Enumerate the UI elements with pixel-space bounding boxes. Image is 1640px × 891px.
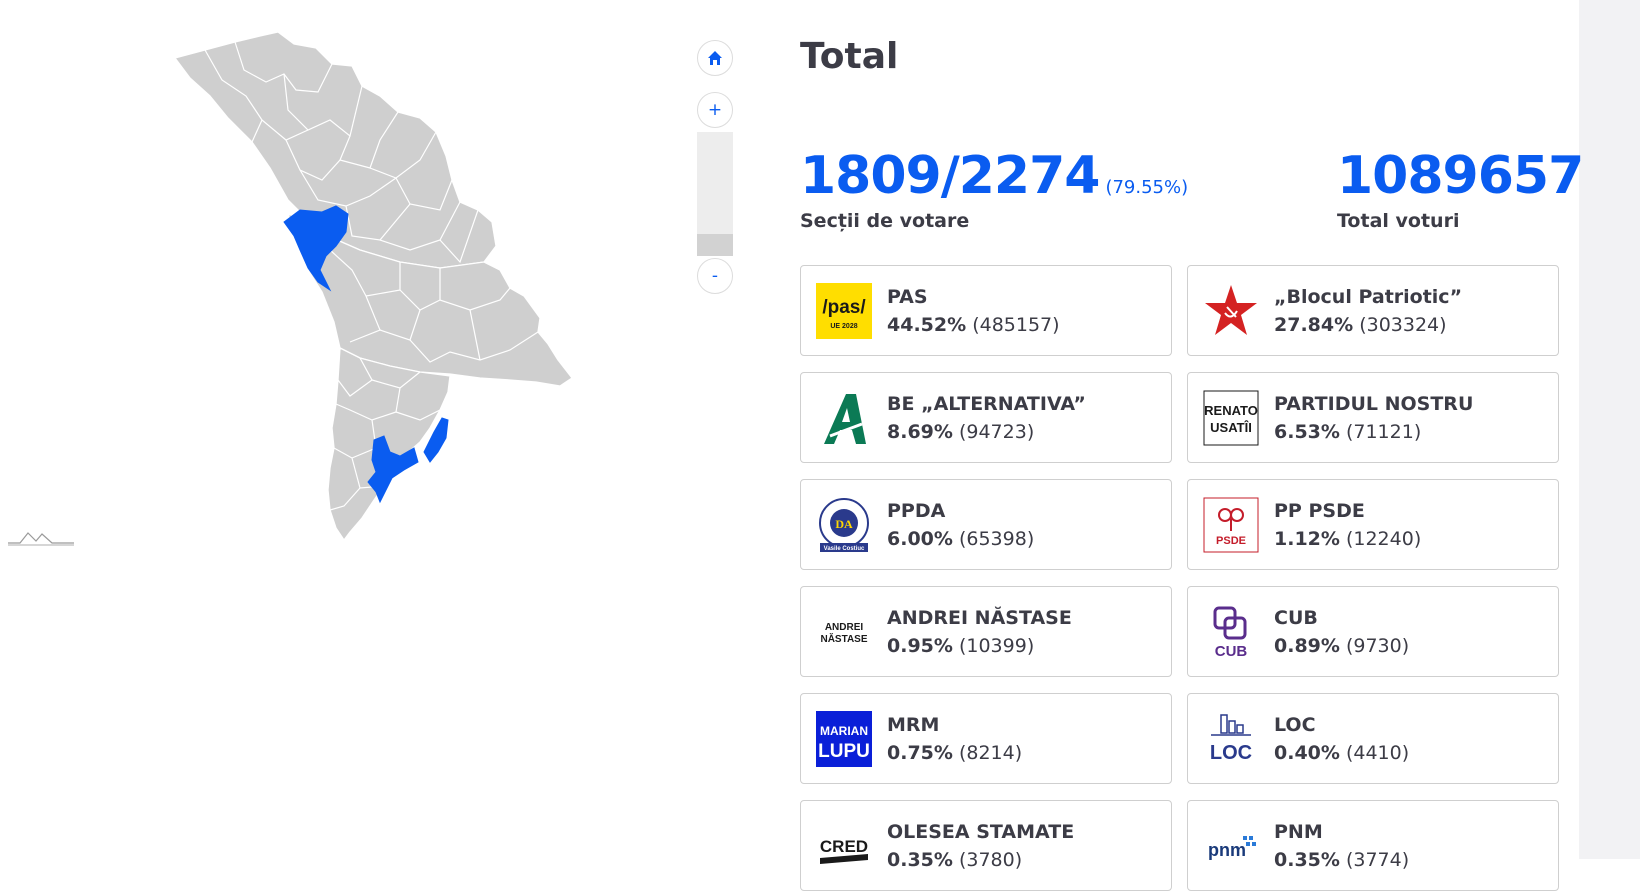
cub-logo: CUB — [1203, 604, 1259, 660]
svg-text:DA: DA — [835, 517, 853, 531]
party-name: PNM — [1274, 820, 1323, 843]
party-card-partidul-nostru[interactable]: RENATO USATÎI PARTIDUL NOSTRU 6.53% (711… — [1187, 372, 1559, 463]
party-card-alternativa[interactable]: BE „ALTERNATIVA” 8.69% (94723) — [800, 372, 1172, 463]
svg-text:/pas/: /pas/ — [822, 297, 866, 318]
svg-text:MARIAN: MARIAN — [820, 724, 868, 738]
party-percent: 44.52% — [887, 313, 967, 336]
andrei-nastase-logo: ANDREI NĂSTASE — [816, 604, 872, 660]
scale-indicator — [8, 532, 74, 546]
party-percent: 0.95% — [887, 634, 953, 657]
svg-text:CUB: CUB — [1215, 643, 1248, 660]
party-name: PARTIDUL NOSTRU — [1274, 392, 1474, 415]
total-votes-count: 1089657 — [1337, 146, 1584, 206]
party-percent: 0.35% — [887, 848, 953, 871]
party-name: PAS — [887, 285, 928, 308]
party-name: CUB — [1274, 606, 1318, 629]
party-name: OLESEA STAMATE — [887, 820, 1075, 843]
party-card-loc[interactable]: LOC LOC 0.40% (4410) — [1187, 693, 1559, 784]
moldova-districts-map[interactable] — [0, 0, 690, 859]
party-votes: (71121) — [1345, 420, 1422, 443]
party-name: ANDREI NĂSTASE — [887, 606, 1072, 629]
sections-count: 1809/2274 — [800, 146, 1100, 206]
pas-logo: /pas/ UE 2028 — [816, 282, 872, 339]
star-hammer-sickle-logo — [1203, 283, 1259, 339]
svg-text:Vasile Costiuc: Vasile Costiuc — [824, 546, 865, 552]
zoom-slider[interactable] — [697, 132, 733, 256]
party-votes: (94723) — [958, 420, 1035, 443]
party-votes: (4410) — [1345, 741, 1410, 764]
page-title: Total — [800, 36, 899, 77]
home-button[interactable] — [697, 40, 733, 76]
party-card-andrei-nastase[interactable]: ANDREI NĂSTASE ANDREI NĂSTASE 0.95% (103… — [800, 586, 1172, 677]
sections-percent: (79.55%) — [1105, 177, 1189, 198]
party-votes: (8214) — [958, 741, 1023, 764]
renato-usatii-logo: RENATO USATÎI — [1203, 390, 1259, 446]
party-name: PPDA — [887, 499, 946, 522]
party-card-mrm[interactable]: MARIAN LUPU MRM 0.75% (8214) — [800, 693, 1172, 784]
marian-lupu-logo: MARIAN LUPU — [816, 710, 872, 767]
party-votes: (3780) — [958, 848, 1023, 871]
votes-stat: 1089657 Total voturi — [1337, 146, 1584, 232]
party-name: „Blocul Patriotic” — [1274, 285, 1463, 308]
party-card-ppda[interactable]: DA Vasile Costiuc PPDA 6.00% (65398) — [800, 479, 1172, 570]
party-card-cub[interactable]: CUB CUB 0.89% (9730) — [1187, 586, 1559, 677]
ppda-logo: DA Vasile Costiuc — [816, 497, 872, 553]
loc-logo: LOC — [1203, 711, 1259, 767]
party-percent: 6.00% — [887, 527, 953, 550]
svg-text:LUPU: LUPU — [818, 741, 870, 762]
party-votes: (485157) — [972, 313, 1060, 336]
svg-text:UE 2028: UE 2028 — [830, 323, 857, 330]
sections-label: Secții de votare — [800, 210, 970, 232]
party-percent: 0.75% — [887, 741, 953, 764]
party-percent: 8.69% — [887, 420, 953, 443]
party-percent: 0.35% — [1274, 848, 1340, 871]
svg-text:LOC: LOC — [1210, 742, 1252, 764]
party-percent: 6.53% — [1274, 420, 1340, 443]
svg-text:USATÎI: USATÎI — [1210, 420, 1252, 435]
party-votes: (9730) — [1345, 634, 1410, 657]
party-results-grid: /pas/ UE 2028 PAS 44.52% (485157) „Blocu… — [800, 265, 1559, 891]
party-card-olesea-stamate[interactable]: CRED OLESEA STAMATE 0.35% (3780) — [800, 800, 1172, 891]
party-name: PP PSDE — [1274, 499, 1365, 522]
party-card-blocul-patriotic[interactable]: „Blocul Patriotic” 27.84% (303324) — [1187, 265, 1559, 356]
pnm-logo: pnm — [1203, 818, 1259, 874]
party-name: LOC — [1274, 713, 1316, 736]
party-name: BE „ALTERNATIVA” — [887, 392, 1086, 415]
party-card-pnm[interactable]: pnm PNM 0.35% (3774) — [1187, 800, 1559, 891]
party-votes: (303324) — [1359, 313, 1447, 336]
svg-text:NĂSTASE: NĂSTASE — [820, 632, 867, 645]
svg-text:CRED: CRED — [820, 837, 868, 856]
party-name: MRM — [887, 713, 940, 736]
total-votes-label: Total voturi — [1337, 210, 1460, 232]
cred-logo: CRED — [816, 818, 872, 874]
party-card-pp-psde[interactable]: PSDE PP PSDE 1.12% (12240) — [1187, 479, 1559, 570]
zoom-out-button[interactable]: - — [697, 258, 733, 294]
psde-logo: PSDE — [1203, 497, 1259, 553]
svg-text:ANDREI: ANDREI — [825, 622, 864, 633]
party-percent: 27.84% — [1274, 313, 1354, 336]
party-votes: (3774) — [1345, 848, 1410, 871]
party-percent: 0.40% — [1274, 741, 1340, 764]
election-map[interactable] — [0, 0, 690, 859]
alternativa-logo — [816, 390, 872, 446]
home-icon — [708, 51, 722, 65]
party-votes: (10399) — [958, 634, 1035, 657]
scrollbar-gutter — [1579, 0, 1640, 859]
svg-text:PSDE: PSDE — [1216, 535, 1246, 547]
party-votes: (12240) — [1345, 527, 1422, 550]
party-percent: 1.12% — [1274, 527, 1340, 550]
party-percent: 0.89% — [1274, 634, 1340, 657]
party-card-pas[interactable]: /pas/ UE 2028 PAS 44.52% (485157) — [800, 265, 1172, 356]
zoom-in-button[interactable]: + — [697, 92, 733, 128]
sections-stat: 1809/2274 (79.55%) Secții de votare — [800, 146, 1188, 232]
svg-text:RENATO: RENATO — [1204, 403, 1258, 418]
svg-text:pnm: pnm — [1208, 840, 1246, 860]
zoom-slider-handle[interactable] — [697, 234, 733, 256]
party-votes: (65398) — [958, 527, 1035, 550]
